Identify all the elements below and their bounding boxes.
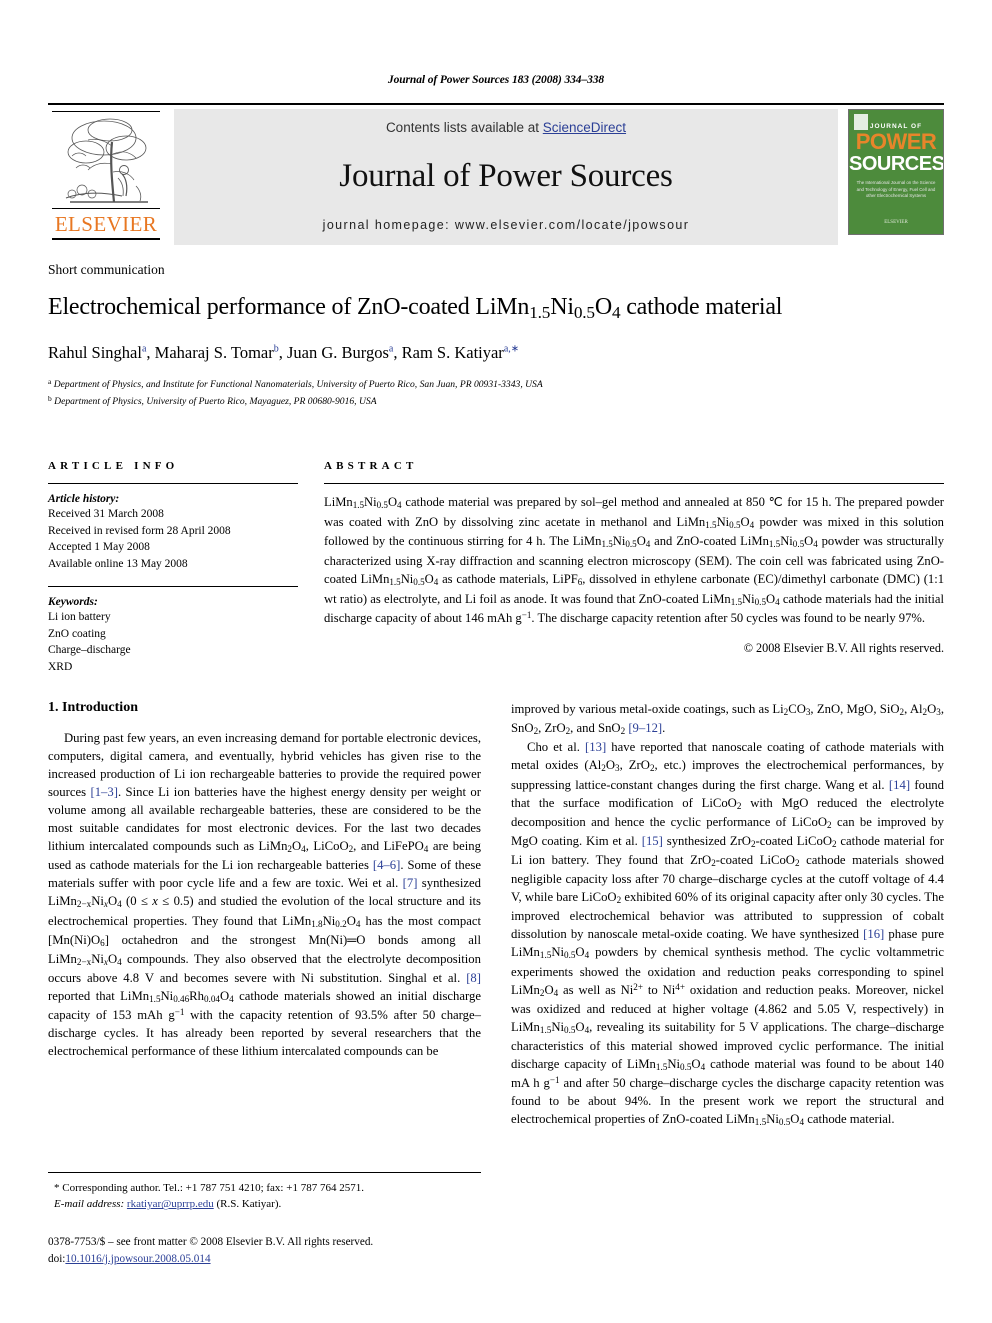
document-type-label: Short communication	[48, 262, 165, 277]
page-title: Electrochemical performance of ZnO-coate…	[48, 294, 783, 323]
affiliation-mark-b: b	[48, 393, 52, 403]
info-abstract-region: ARTICLE INFO Article history: Received 3…	[48, 460, 944, 675]
section-heading-introduction: 1. Introduction	[48, 700, 138, 715]
elsevier-logo: ELSEVIER	[48, 109, 164, 245]
title-block: Short communication Electrochemical perf…	[48, 262, 944, 409]
elsevier-wordmark: ELSEVIER	[52, 209, 160, 240]
abstract-heading: ABSTRACT	[324, 460, 418, 472]
doi-label: doi:	[48, 1252, 66, 1265]
body-paragraph: During past few years, an even increasin…	[48, 731, 482, 1059]
cover-sources-text: SOURCES	[849, 153, 944, 175]
email-note: E-mail address: rkatiyar@uprrp.edu (R.S.…	[48, 1196, 481, 1212]
keyword-item: XRD	[48, 660, 73, 673]
body-paragraph: Cho et al. [13] have reported that nanos…	[511, 740, 945, 1128]
email-label: E-mail address:	[54, 1198, 125, 1211]
journal-title: Journal of Power Sources	[339, 158, 673, 194]
affiliation-b: b Department of Physics, University of P…	[48, 393, 944, 410]
email-owner: (R.S. Katiyar).	[216, 1198, 282, 1211]
journal-cover-thumbnail: JOURNAL OF POWER SOURCES The Internation…	[848, 109, 944, 235]
body-column-left: 1. Introduction During past few years, a…	[48, 700, 481, 1129]
issn-line: 0378-7753/$ – see front matter © 2008 El…	[48, 1236, 374, 1248]
contents-prefix: Contents lists available at	[385, 120, 543, 135]
body-column-right: improved by various metal-oxide coatings…	[511, 700, 944, 1129]
cover-power-text: POWER	[855, 129, 937, 154]
history-online: Available online 13 May 2008	[48, 557, 188, 570]
cover-subtitle-text: The International Journal on the Science…	[856, 180, 936, 199]
affiliation-b-text: Department of Physics, University of Pue…	[54, 395, 377, 407]
cover-footer-text: ELSEVIER	[884, 220, 908, 225]
running-head: Journal of Power Sources 183 (2008) 334–…	[387, 74, 605, 86]
article-page: Journal of Power Sources 183 (2008) 334–…	[0, 0, 992, 1323]
abstract-copyright: © 2008 Elsevier B.V. All rights reserved…	[743, 640, 944, 655]
history-accepted: Accepted 1 May 2008	[48, 541, 150, 554]
keywords-block: Keywords: Li ion battery ZnO coating Cha…	[48, 586, 298, 675]
issn-doi-block: 0378-7753/$ – see front matter © 2008 El…	[48, 1234, 508, 1268]
affiliation-mark-a: a	[48, 377, 52, 387]
abstract-text: LiMn1.5Ni0.5O4 cathode material was prep…	[324, 495, 945, 626]
keyword-item: Li ion battery	[48, 611, 111, 624]
abstract-column: ABSTRACT LiMn1.5Ni0.5O4 cathode material…	[324, 460, 944, 675]
masthead-band: Contents lists available at ScienceDirec…	[174, 109, 838, 245]
article-info-heading: ARTICLE INFO	[48, 460, 179, 472]
doi-line: doi:10.1016/j.jpowsour.2008.05.014	[48, 1251, 508, 1268]
affiliation-a-text: Department of Physics, and Institute for…	[53, 379, 543, 391]
article-history-label: Article history:	[48, 493, 120, 505]
doi-link[interactable]: 10.1016/j.jpowsour.2008.05.014	[65, 1253, 210, 1265]
history-received: Received 31 March 2008	[48, 508, 164, 520]
journal-masthead: ELSEVIER Contents lists available at Sci…	[48, 103, 944, 245]
keyword-item: Charge–discharge	[48, 644, 131, 657]
corresponding-author-note: * Corresponding author. Tel.: +1 787 751…	[54, 1182, 364, 1194]
elsevier-tree-icon	[52, 111, 160, 209]
article-info-rule: Article history: Received 31 March 2008 …	[48, 483, 298, 572]
keywords-label: Keywords:	[48, 596, 98, 609]
abstract-rule: LiMn1.5Ni0.5O4 cathode material was prep…	[324, 483, 944, 656]
sciencedirect-link[interactable]: ScienceDirect	[543, 120, 626, 135]
article-info-column: ARTICLE INFO Article history: Received 3…	[48, 460, 298, 675]
body-paragraph: improved by various metal-oxide coatings…	[511, 702, 944, 737]
footnote-block: * Corresponding author. Tel.: +1 787 751…	[48, 1172, 481, 1213]
body-columns: 1. Introduction During past few years, a…	[48, 700, 944, 1129]
email-link[interactable]: rkatiyar@uprrp.edu	[127, 1198, 214, 1210]
journal-homepage-line[interactable]: journal homepage: www.elsevier.com/locat…	[323, 218, 690, 232]
history-revised: Received in revised form 28 April 2008	[48, 524, 231, 537]
keyword-item: ZnO coating	[48, 627, 106, 640]
author-list: Rahul Singhala, Maharaj S. Tomarb, Juan …	[48, 343, 520, 363]
column-gutter	[298, 460, 324, 675]
affiliation-a: a Department of Physics, and Institute f…	[48, 376, 944, 393]
contents-available-line: Contents lists available at ScienceDirec…	[386, 120, 626, 135]
body-column-gutter	[481, 700, 511, 1129]
